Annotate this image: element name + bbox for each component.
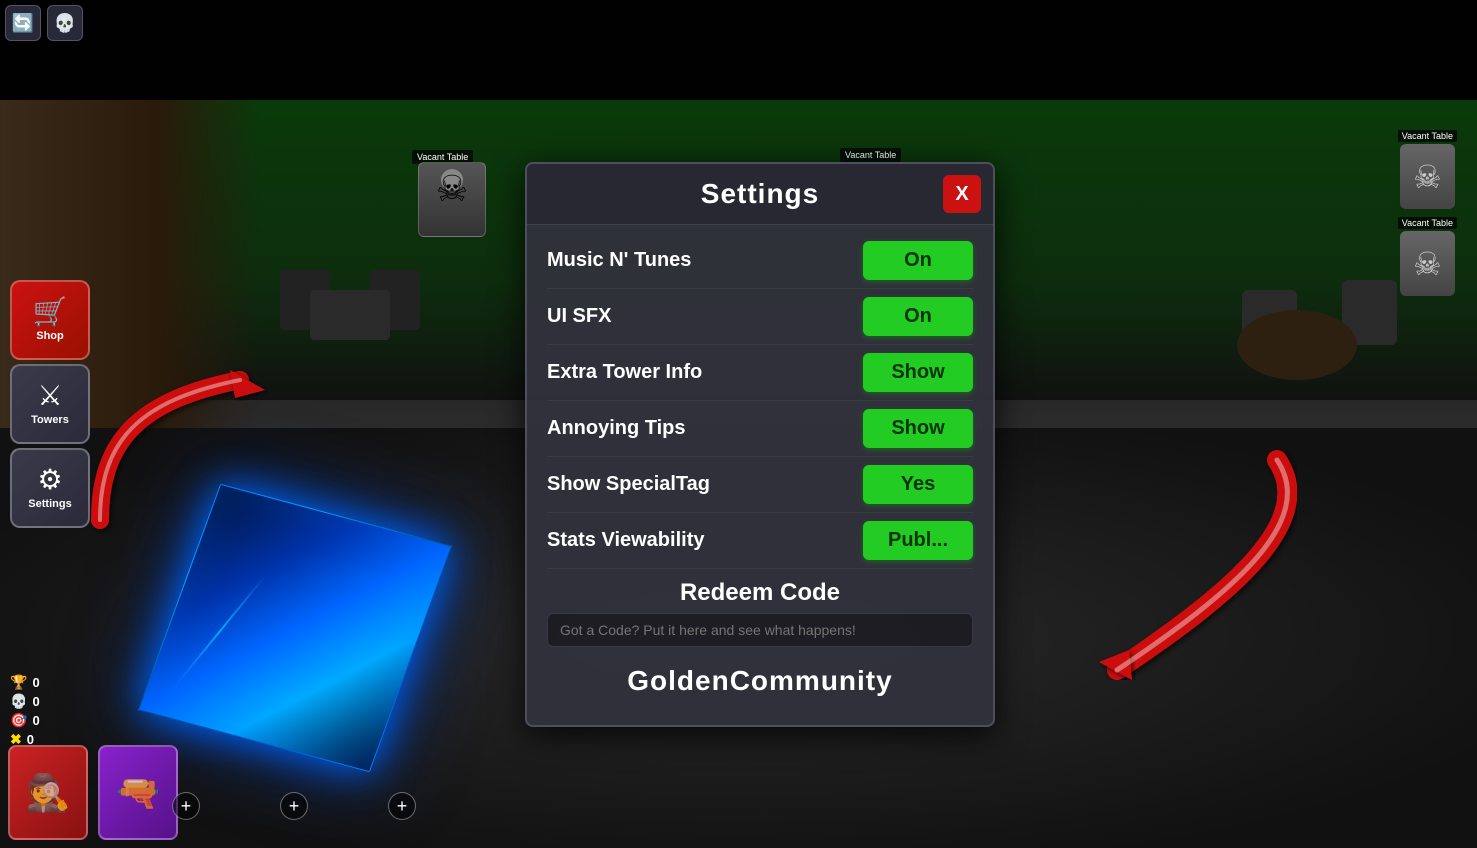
stats-viewability-toggle[interactable]: Publ... [863, 521, 973, 560]
cube-line [171, 575, 266, 690]
char-card-purple: 🔫 [98, 745, 178, 840]
dialog-body: Music N' Tunes On UI SFX On Extra Tower … [527, 225, 993, 725]
top-left-logos: 🔄 💀 [5, 5, 83, 41]
towers-button[interactable]: ⚔ Towers [10, 364, 90, 444]
sfx-toggle[interactable]: On [863, 297, 973, 336]
target-icon: 🎯 [10, 712, 27, 729]
plus-buttons-row: + + + [172, 792, 416, 820]
logo-icon-2[interactable]: 💀 [47, 5, 83, 41]
skull-value: 0 [32, 694, 39, 709]
right-vacant-label-1: Vacant Table [1398, 130, 1457, 142]
tower-info-label: Extra Tower Info [547, 361, 702, 384]
setting-row-stats-viewability: Stats Viewability Publ... [547, 513, 973, 569]
right-avatar-char-2: ☠ [1400, 231, 1455, 296]
special-tag-label: Show SpecialTag [547, 473, 710, 496]
bottom-cards: 🕵 🔫 [0, 737, 186, 848]
trophy-value: 0 [32, 675, 39, 690]
stat-row-target: 🎯 0 [10, 712, 40, 729]
setting-row-sfx: UI SFX On [547, 289, 973, 345]
redeem-input[interactable] [547, 613, 973, 647]
right-avatar-char-1: ☠ [1400, 144, 1455, 209]
settings-icon: ⚙ [37, 466, 62, 494]
char-card-purple-img: 🔫 [100, 747, 176, 838]
redeem-section: Redeem Code GoldenCommunity [547, 569, 973, 717]
avatar-face: ☠ [436, 171, 468, 207]
vacant-label-center: Vacant Table [840, 148, 901, 162]
towers-icon: ⚔ [37, 382, 62, 410]
settings-dialog: Settings X Music N' Tunes On UI SFX On E… [525, 162, 995, 727]
special-tag-toggle[interactable]: Yes [863, 465, 973, 504]
redeem-title: Redeem Code [547, 579, 973, 607]
table-left [310, 290, 390, 340]
right-vacant-label-2: Vacant Table [1398, 217, 1457, 229]
stats-viewability-label: Stats Viewability [547, 529, 704, 552]
sfx-label: UI SFX [547, 305, 611, 328]
char-card-red: 🕵 [8, 745, 88, 840]
shop-button[interactable]: 🛒 Shop [10, 280, 90, 360]
setting-row-special-tag: Show SpecialTag Yes [547, 457, 973, 513]
setting-row-music: Music N' Tunes On [547, 233, 973, 289]
right-avatar-group-1: Vacant Table ☠ [1398, 130, 1457, 209]
table-right [1237, 310, 1357, 380]
music-label: Music N' Tunes [547, 249, 691, 272]
trophy-icon: 🏆 [10, 674, 27, 691]
plus-button-1[interactable]: + [172, 792, 200, 820]
annoying-tips-toggle[interactable]: Show [863, 409, 973, 448]
towers-label: Towers [31, 414, 69, 426]
shop-icon: 🛒 [33, 298, 68, 326]
dialog-header: Settings X [527, 164, 993, 225]
top-avatar: ☠ [418, 162, 486, 237]
stat-row-trophy: 🏆 0 [10, 674, 40, 691]
settings-label: Settings [28, 498, 71, 510]
redeem-code-display: GoldenCommunity [547, 655, 973, 711]
setting-row-annoying-tips: Annoying Tips Show [547, 401, 973, 457]
settings-sidebar-button[interactable]: ⚙ Settings [10, 448, 90, 528]
tower-info-toggle[interactable]: Show [863, 353, 973, 392]
setting-row-tower-info: Extra Tower Info Show [547, 345, 973, 401]
plus-button-2[interactable]: + [280, 792, 308, 820]
close-button[interactable]: X [943, 175, 981, 213]
shop-label: Shop [36, 330, 64, 342]
stat-row-skull: 💀 0 [10, 693, 40, 710]
plus-button-3[interactable]: + [388, 792, 416, 820]
top-right-avatars: Vacant Table ☠ Vacant Table ☠ [1398, 130, 1457, 296]
logo-icon-1[interactable]: 🔄 [5, 5, 41, 41]
right-avatar-group-2: Vacant Table ☠ [1398, 217, 1457, 296]
dialog-title: Settings [701, 178, 819, 210]
left-sidebar: 🛒 Shop ⚔ Towers ⚙ Settings [10, 280, 90, 528]
music-toggle[interactable]: On [863, 241, 973, 280]
char-card-red-img: 🕵 [10, 747, 86, 838]
annoying-tips-label: Annoying Tips [547, 417, 686, 440]
target-value: 0 [32, 713, 39, 728]
skull-icon: 💀 [10, 693, 27, 710]
